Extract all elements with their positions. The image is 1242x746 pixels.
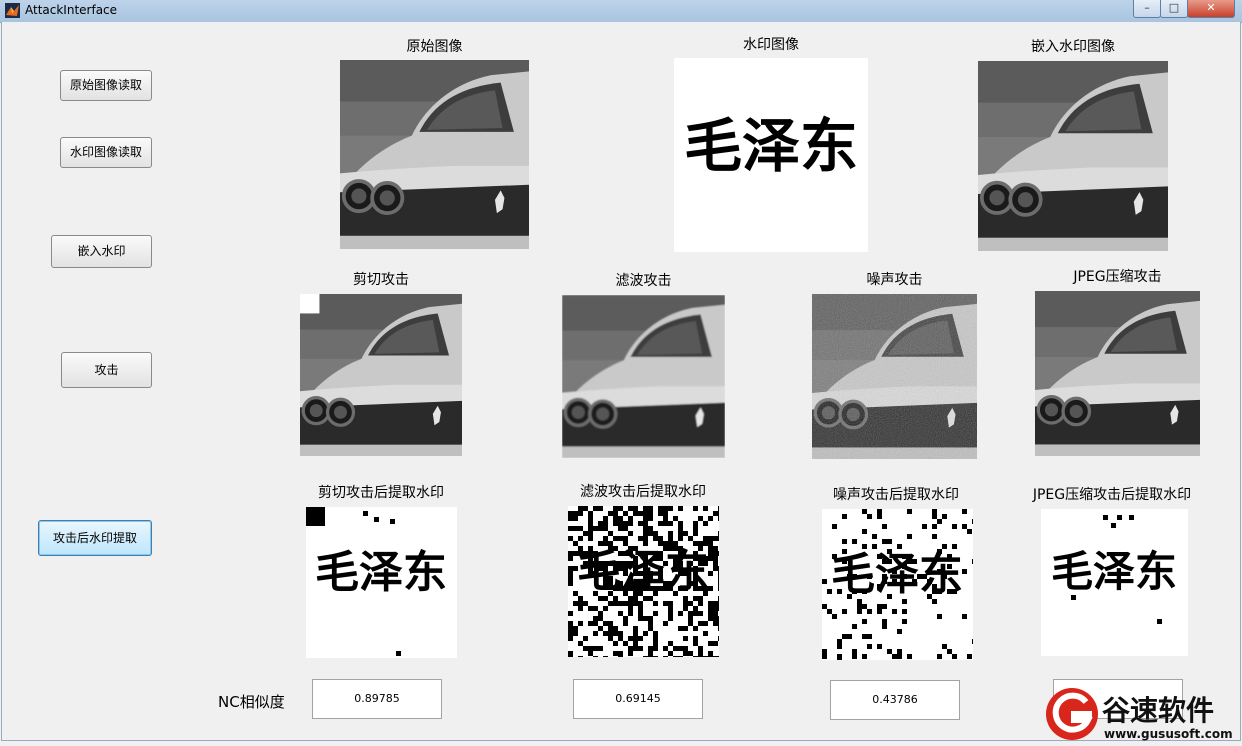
- gususoft-logo: 谷速软件 www.gususoft.com: [1042, 686, 1242, 742]
- svg-text:毛泽东: 毛泽东: [577, 546, 709, 597]
- svg-text:毛泽东: 毛泽东: [1051, 547, 1177, 596]
- extract-after-attack-button[interactable]: 攻击后水印提取: [38, 520, 152, 556]
- read-original-button[interactable]: 原始图像读取: [60, 70, 152, 101]
- matlab-icon: [5, 3, 20, 18]
- svg-text:毛泽东: 毛泽东: [315, 547, 447, 598]
- crop-attack-image: [300, 294, 462, 456]
- nc-value-noise[interactable]: 0.43786: [830, 680, 960, 720]
- crop-extracted-watermark: 毛泽东: [306, 507, 457, 658]
- attack-button[interactable]: 攻击: [61, 352, 152, 388]
- title-bar: AttackInterface – □ ✕: [0, 0, 1242, 23]
- watermark-image-caption: 水印图像: [743, 37, 799, 53]
- watermark-glyphs: 毛泽东: [684, 112, 858, 180]
- crop-extracted-caption: 剪切攻击后提取水印: [318, 485, 444, 501]
- minimize-button[interactable]: –: [1133, 0, 1161, 18]
- noise-extracted-caption: 噪声攻击后提取水印: [833, 487, 959, 503]
- nc-value-crop[interactable]: 0.89785: [312, 679, 442, 719]
- crop-attack-caption: 剪切攻击: [353, 272, 409, 288]
- original-image-caption: 原始图像: [406, 39, 463, 55]
- embedded-image: [978, 61, 1168, 251]
- jpeg-extracted-caption: JPEG压缩攻击后提取水印: [1032, 487, 1192, 503]
- original-image: [340, 60, 529, 249]
- svg-text:毛泽东: 毛泽东: [831, 549, 963, 600]
- jpeg-attack-image: [1035, 291, 1200, 456]
- nc-value-filter[interactable]: 0.69145: [573, 679, 703, 719]
- noise-attack-image: [812, 294, 977, 459]
- watermark-image: 毛泽东: [674, 58, 868, 252]
- close-button[interactable]: ✕: [1187, 0, 1235, 18]
- noise-attack-caption: 噪声攻击: [866, 272, 923, 288]
- filter-extracted-caption: 滤波攻击后提取水印: [580, 484, 706, 500]
- embedded-image-caption: 嵌入水印图像: [1031, 39, 1115, 55]
- svg-text:谷速软件: 谷速软件: [1102, 694, 1214, 727]
- filter-attack-caption: 滤波攻击: [615, 273, 672, 289]
- filter-extracted-watermark: 毛泽东: [568, 506, 719, 657]
- read-watermark-button[interactable]: 水印图像读取: [60, 137, 152, 168]
- svg-text:www.gususoft.com: www.gususoft.com: [1104, 727, 1233, 741]
- filter-attack-image: [562, 295, 725, 458]
- jpeg-extracted-watermark: 毛泽东: [1041, 509, 1188, 656]
- maximize-button[interactable]: □: [1160, 0, 1188, 18]
- nc-similarity-label: NC相似度: [218, 693, 285, 711]
- jpeg-attack-caption: JPEG压缩攻击: [1073, 269, 1162, 285]
- noise-extracted-watermark: 毛泽东: [822, 509, 973, 660]
- embed-watermark-button[interactable]: 嵌入水印: [51, 235, 152, 268]
- window-title: AttackInterface: [25, 3, 118, 17]
